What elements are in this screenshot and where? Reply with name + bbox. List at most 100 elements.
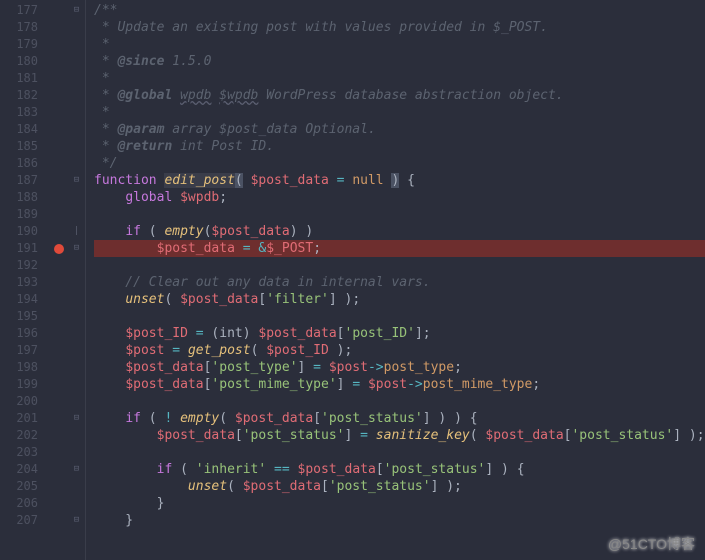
code-line[interactable]: if ( ! empty( $post_data['post_status'] … <box>94 410 705 427</box>
code-line[interactable]: function edit_post( $post_data = null ) … <box>94 172 705 189</box>
line-number[interactable]: 197 <box>0 342 50 359</box>
code-line[interactable]: unset( $post_data['post_status'] ); <box>94 478 705 495</box>
breakpoint-slot[interactable] <box>50 393 68 410</box>
fold-marker[interactable] <box>68 376 85 393</box>
fold-marker[interactable] <box>68 342 85 359</box>
breakpoint-slot[interactable] <box>50 376 68 393</box>
breakpoint-slot[interactable] <box>50 138 68 155</box>
line-number[interactable]: 185 <box>0 138 50 155</box>
line-number[interactable]: 182 <box>0 87 50 104</box>
breakpoint-slot[interactable] <box>50 495 68 512</box>
breakpoint-slot[interactable] <box>50 172 68 189</box>
line-number[interactable]: 204 <box>0 461 50 478</box>
breakpoint-slot[interactable] <box>50 104 68 121</box>
breakpoint-slot[interactable] <box>50 257 68 274</box>
fold-marker[interactable] <box>68 19 85 36</box>
fold-marker[interactable]: ⊟ <box>68 240 85 257</box>
code-line[interactable]: */ <box>94 155 705 172</box>
line-number[interactable]: 184 <box>0 121 50 138</box>
fold-marker[interactable] <box>68 138 85 155</box>
fold-marker[interactable] <box>68 444 85 461</box>
fold-marker[interactable] <box>68 393 85 410</box>
breakpoint-slot[interactable] <box>50 19 68 36</box>
code-line[interactable]: if ( 'inherit' == $post_data['post_statu… <box>94 461 705 478</box>
breakpoint-slot[interactable] <box>50 410 68 427</box>
code-line[interactable] <box>94 393 705 410</box>
line-number[interactable]: 206 <box>0 495 50 512</box>
breakpoint-slot[interactable] <box>50 206 68 223</box>
breakpoint-slot[interactable] <box>50 274 68 291</box>
line-number[interactable]: 189 <box>0 206 50 223</box>
fold-marker[interactable] <box>68 359 85 376</box>
breakpoint-slot[interactable] <box>50 359 68 376</box>
line-number[interactable]: 192 <box>0 257 50 274</box>
line-number[interactable]: 191 <box>0 240 50 257</box>
fold-marker[interactable]: ⊟ <box>68 461 85 478</box>
code-line[interactable]: * @since 1.5.0 <box>94 53 705 70</box>
fold-marker[interactable] <box>68 155 85 172</box>
fold-marker[interactable] <box>68 87 85 104</box>
fold-marker[interactable] <box>68 121 85 138</box>
code-editor[interactable]: 1771781791801811821831841851861871881891… <box>0 0 705 560</box>
fold-gutter[interactable]: ⊟⊟|⊟⊟⊟⊟ <box>68 0 86 560</box>
line-number[interactable]: 194 <box>0 291 50 308</box>
code-line[interactable]: * @return int Post ID. <box>94 138 705 155</box>
code-line[interactable]: /** <box>94 2 705 19</box>
breakpoint-slot[interactable] <box>50 461 68 478</box>
code-line[interactable]: * Update an existing post with values pr… <box>94 19 705 36</box>
code-line[interactable]: $post_data['post_mime_type'] = $post->po… <box>94 376 705 393</box>
fold-marker[interactable]: | <box>68 223 85 240</box>
code-area[interactable]: /** * Update an existing post with value… <box>86 0 705 560</box>
line-number[interactable]: 193 <box>0 274 50 291</box>
fold-marker[interactable] <box>68 325 85 342</box>
fold-marker[interactable] <box>68 427 85 444</box>
breakpoint-gutter[interactable] <box>50 0 68 560</box>
fold-marker[interactable] <box>68 478 85 495</box>
breakpoint-slot[interactable] <box>50 308 68 325</box>
fold-marker[interactable] <box>68 70 85 87</box>
breakpoint-slot[interactable] <box>50 444 68 461</box>
code-line[interactable]: * <box>94 104 705 121</box>
line-number-gutter[interactable]: 1771781791801811821831841851861871881891… <box>0 0 50 560</box>
fold-marker[interactable]: ⊟ <box>68 172 85 189</box>
line-number[interactable]: 178 <box>0 19 50 36</box>
breakpoint-slot[interactable] <box>50 427 68 444</box>
code-line[interactable]: * @param array $post_data Optional. <box>94 121 705 138</box>
fold-marker[interactable] <box>68 495 85 512</box>
breakpoint-slot[interactable] <box>50 87 68 104</box>
fold-marker[interactable] <box>68 206 85 223</box>
code-line[interactable] <box>94 308 705 325</box>
code-line[interactable]: $post = get_post( $post_ID ); <box>94 342 705 359</box>
fold-marker[interactable] <box>68 308 85 325</box>
code-line[interactable]: // Clear out any data in internal vars. <box>94 274 705 291</box>
line-number[interactable]: 188 <box>0 189 50 206</box>
fold-marker[interactable]: ⊟ <box>68 410 85 427</box>
line-number[interactable]: 203 <box>0 444 50 461</box>
line-number[interactable]: 202 <box>0 427 50 444</box>
breakpoint-slot[interactable] <box>50 121 68 138</box>
fold-marker[interactable] <box>68 36 85 53</box>
fold-marker[interactable] <box>68 53 85 70</box>
breakpoint-slot[interactable] <box>50 53 68 70</box>
code-line[interactable] <box>94 206 705 223</box>
code-line[interactable]: $post_data = &$_POST; <box>94 240 705 257</box>
fold-marker[interactable] <box>68 104 85 121</box>
line-number[interactable]: 186 <box>0 155 50 172</box>
breakpoint-slot[interactable] <box>50 512 68 529</box>
code-line[interactable]: $post_ID = (int) $post_data['post_ID']; <box>94 325 705 342</box>
fold-marker[interactable]: ⊟ <box>68 2 85 19</box>
code-line[interactable]: global $wpdb; <box>94 189 705 206</box>
breakpoint-slot[interactable] <box>50 223 68 240</box>
line-number[interactable]: 177 <box>0 2 50 19</box>
breakpoint-slot[interactable] <box>50 70 68 87</box>
fold-marker[interactable] <box>68 274 85 291</box>
breakpoint-slot[interactable] <box>50 36 68 53</box>
code-line[interactable]: } <box>94 512 705 529</box>
fold-marker[interactable] <box>68 291 85 308</box>
code-line[interactable]: * <box>94 36 705 53</box>
breakpoint-slot[interactable] <box>50 342 68 359</box>
code-line[interactable]: if ( empty($post_data) ) <box>94 223 705 240</box>
line-number[interactable]: 201 <box>0 410 50 427</box>
breakpoint-slot[interactable] <box>50 291 68 308</box>
code-line[interactable]: $post_data['post_type'] = $post->post_ty… <box>94 359 705 376</box>
